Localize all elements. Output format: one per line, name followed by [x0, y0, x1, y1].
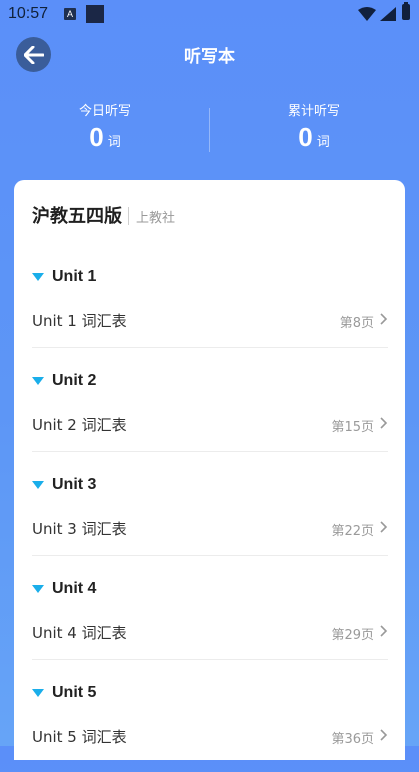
triangle-down-icon	[32, 481, 44, 489]
stats-divider	[209, 108, 210, 152]
triangle-down-icon	[32, 273, 44, 281]
divider	[32, 451, 388, 452]
unit-section: Unit 2 Unit 2 词汇表 第15页	[32, 356, 388, 460]
vocab-list-item[interactable]: Unit 1 词汇表 第8页	[32, 304, 388, 334]
vocab-list-item[interactable]: Unit 3 词汇表 第22页	[32, 512, 388, 542]
unit-header[interactable]: Unit 1	[32, 266, 96, 288]
divider	[32, 555, 388, 556]
status-time: 10:57	[8, 5, 49, 22]
divider	[32, 347, 388, 348]
today-count: 0	[89, 122, 104, 152]
today-label: 今日听写	[78, 104, 131, 119]
page-number: 第22页	[331, 524, 374, 539]
vocab-label: Unit 3 词汇表	[32, 520, 127, 538]
unit-list: Unit 1 Unit 1 词汇表 第8页 Unit 2 Unit 2 词汇表 …	[32, 252, 388, 772]
status-bar: 10:57 A	[0, 0, 419, 30]
wifi-icon	[358, 7, 376, 21]
page-number: 第15页	[331, 420, 374, 435]
vocab-list-item[interactable]: Unit 4 词汇表 第29页	[32, 616, 388, 646]
book-title: 沪教五四版	[32, 206, 122, 227]
page-number: 第36页	[331, 732, 374, 747]
vocab-label: Unit 1 词汇表	[32, 312, 127, 330]
vocab-label: Unit 2 词汇表	[32, 416, 127, 434]
total-count: 0	[298, 122, 313, 152]
unit-section: Unit 4 Unit 4 词汇表 第29页	[32, 564, 388, 668]
a-icon: A	[64, 8, 76, 20]
divider	[32, 659, 388, 660]
unit-section: Unit 5 Unit 5 词汇表 第36页	[32, 668, 388, 772]
book-publisher: 上教社	[136, 211, 176, 226]
unit-header[interactable]: Unit 5	[32, 682, 96, 704]
chevron-right-icon	[380, 313, 388, 325]
triangle-down-icon	[32, 585, 44, 593]
page-title: 听写本	[184, 47, 235, 67]
unit-header[interactable]: Unit 4	[32, 578, 96, 600]
chevron-right-icon	[380, 625, 388, 637]
triangle-down-icon	[32, 689, 44, 697]
unit-title: Unit 5	[52, 684, 97, 701]
page-number: 第8页	[339, 316, 374, 331]
total-unit: 词	[316, 135, 330, 150]
vocab-list-item[interactable]: Unit 2 词汇表 第15页	[32, 408, 388, 438]
unit-header[interactable]: Unit 3	[32, 474, 96, 496]
stats-panel: 今日听写 0词 累计听写 0词	[0, 104, 419, 156]
signal-icon	[380, 7, 396, 21]
unit-title: Unit 1	[52, 268, 97, 285]
total-label: 累计听写	[287, 104, 340, 119]
vocab-label: Unit 4 词汇表	[32, 624, 127, 642]
unit-title: Unit 4	[52, 580, 97, 597]
unit-title: Unit 2	[52, 372, 97, 389]
book-divider	[128, 207, 129, 225]
unit-header[interactable]: Unit 2	[32, 370, 96, 392]
book-card: 沪教五四版 上教社 Unit 1 Unit 1 词汇表 第8页 Unit 2 Un…	[14, 180, 405, 760]
today-unit: 词	[107, 135, 121, 150]
total-stat: 累计听写 0词	[214, 104, 414, 153]
unit-section: Unit 3 Unit 3 词汇表 第22页	[32, 460, 388, 564]
unit-title: Unit 3	[52, 476, 97, 493]
book-header: 沪教五四版 上教社	[32, 202, 176, 227]
chevron-right-icon	[380, 417, 388, 429]
page-number: 第29页	[331, 628, 374, 643]
battery-icon	[402, 2, 410, 20]
today-stat: 今日听写 0词	[5, 104, 205, 153]
square-icon	[86, 5, 104, 23]
triangle-down-icon	[32, 377, 44, 385]
chevron-right-icon	[380, 729, 388, 741]
vocab-label: Unit 5 词汇表	[32, 728, 127, 746]
app-header: 听写本	[0, 30, 419, 80]
unit-section: Unit 1 Unit 1 词汇表 第8页	[32, 252, 388, 356]
chevron-right-icon	[380, 521, 388, 533]
